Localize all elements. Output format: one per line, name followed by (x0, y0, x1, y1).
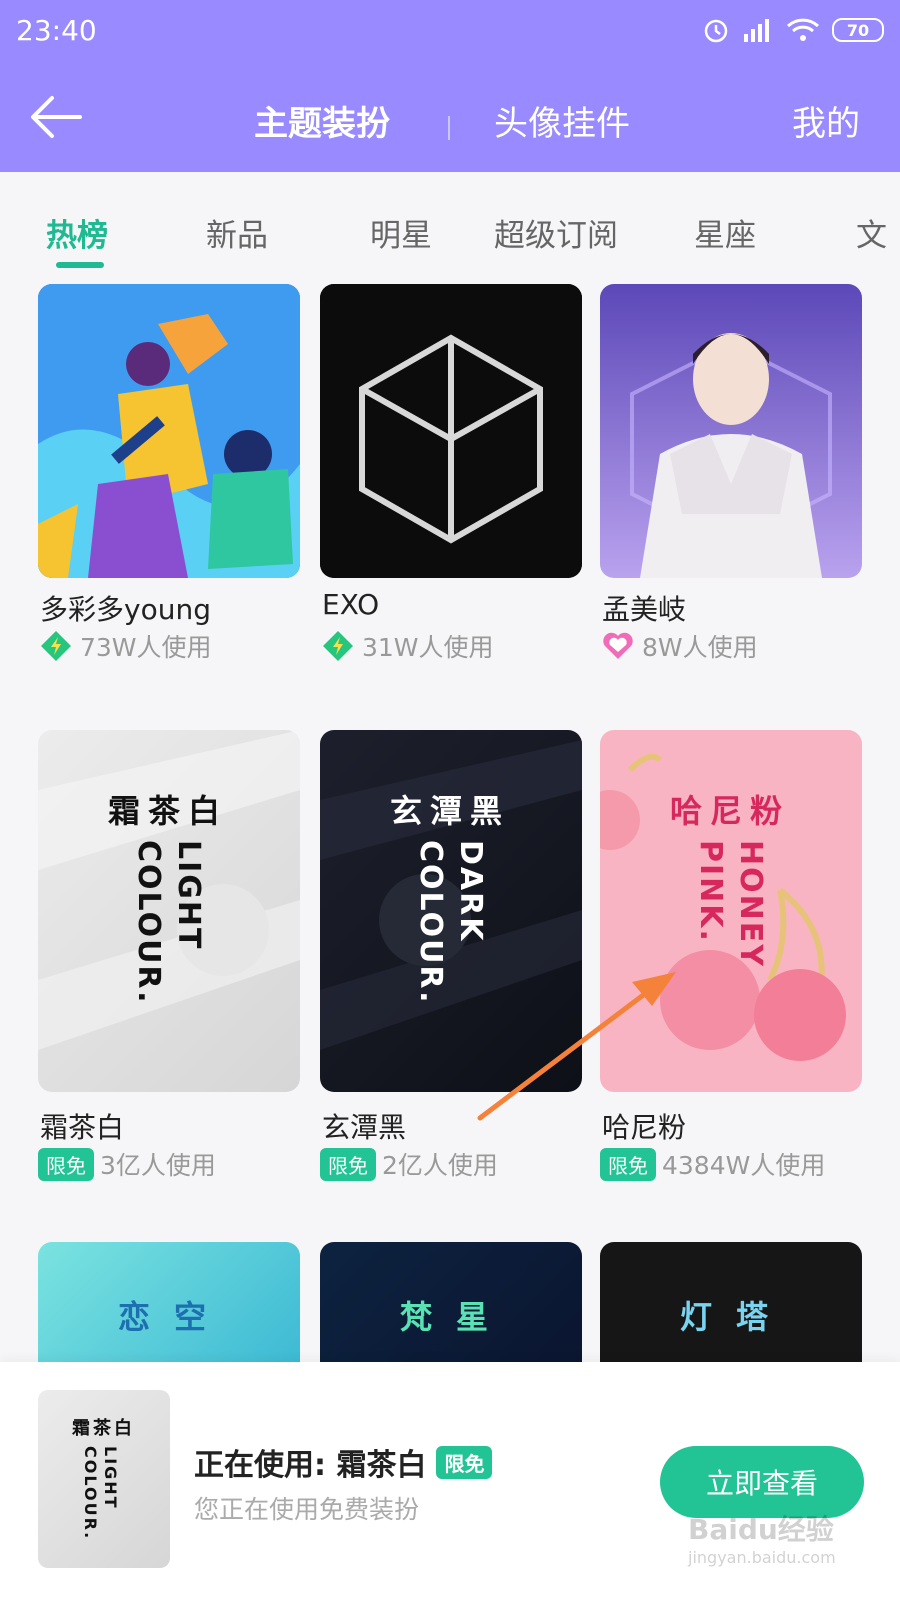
category-tabs: 热榜 新品 明星 超级订阅 星座 文 (0, 172, 900, 284)
theme-thumbnail: 恋空 (38, 1242, 300, 1372)
theme-thumbnail: 梵星 (320, 1242, 582, 1372)
battery-icon: 70 (832, 18, 884, 42)
tab-more[interactable]: 文 (856, 210, 887, 255)
free-badge: 限免 (320, 1147, 376, 1181)
alarm-icon (704, 19, 728, 43)
signal-icon (744, 19, 769, 42)
thumb-cn-label: 梵星 (400, 1298, 513, 1336)
theme-usage: 31W人使用 (320, 628, 494, 664)
theme-usage: 限免 4384W人使用 (600, 1146, 825, 1182)
theme-thumbnail (38, 284, 300, 578)
tab-avatar-pendant[interactable]: 头像挂件 (494, 96, 630, 145)
theme-usage: 限免 2亿人使用 (320, 1146, 498, 1182)
thumb-en-label: HONEY PINK. (693, 840, 768, 968)
theme-title: 霜茶白 (40, 1111, 125, 1144)
active-tab-indicator (56, 262, 104, 268)
tab-super-subscribe[interactable]: 超级订阅 (494, 210, 618, 255)
free-badge: 限免 (600, 1147, 656, 1181)
nav-divider (448, 116, 450, 140)
theme-thumbnail: 哈尼粉 HONEY PINK. (600, 730, 862, 1092)
back-arrow-icon[interactable] (28, 94, 84, 140)
thumb-en-label: LIGHT COLOUR. (131, 840, 206, 1005)
current-theme-thumbnail[interactable]: 霜茶白 LIGHT COLOUR. (38, 1390, 170, 1568)
status-time: 23:40 (16, 14, 97, 47)
thumb-cn-label: 恋空 (118, 1298, 231, 1336)
theme-usage: 73W人使用 (38, 628, 212, 664)
usage-count: 4384W人使用 (662, 1151, 826, 1180)
theme-thumbnail: 玄潭黑 DARK COLOUR. (320, 730, 582, 1092)
usage-count: 2亿人使用 (382, 1151, 498, 1180)
thumb-cn-label: 灯塔 (680, 1298, 793, 1336)
usage-count: 8W人使用 (642, 633, 758, 662)
using-subtitle: 您正在使用免费装扮 (194, 1495, 420, 1524)
current-theme-bar: 霜茶白 LIGHT COLOUR. 正在使用: 霜茶白 限免 您正在使用免费装扮… (0, 1362, 900, 1600)
theme-thumbnail: 灯塔 (600, 1242, 862, 1372)
theme-thumbnail (320, 284, 582, 578)
tab-new[interactable]: 新品 (206, 210, 268, 255)
using-text: 正在使用: 霜茶白 (194, 1448, 427, 1483)
wifi-icon (786, 18, 820, 41)
status-icons: 70 (702, 16, 884, 44)
green-diamond-icon (41, 631, 71, 661)
tab-zodiac[interactable]: 星座 (694, 210, 756, 255)
green-diamond-icon (323, 631, 353, 661)
theme-thumbnail (600, 284, 862, 578)
thumb-cn-label: 玄潭黑 (390, 792, 511, 830)
using-title: 正在使用: 霜茶白 限免 (194, 1440, 493, 1484)
theme-title: EXO (322, 588, 380, 621)
watermark-url: jingyan.baidu.com (688, 1548, 836, 1567)
thumb-en-label: LIGHT COLOUR. (81, 1446, 120, 1541)
pink-heart-icon (603, 632, 633, 659)
theme-title: 孟美岐 (602, 593, 687, 626)
usage-count: 31W人使用 (362, 633, 494, 662)
baidu-watermark: Baidu经验 jingyan.baidu.com (688, 1508, 836, 1567)
mine-button[interactable]: 我的 (792, 96, 860, 145)
thumb-cn-label: 哈尼粉 (670, 792, 791, 830)
thumb-cn-label: 霜茶白 (72, 1418, 135, 1439)
theme-thumbnail: 霜茶白 LIGHT COLOUR. (38, 730, 300, 1092)
free-badge: 限免 (436, 1445, 493, 1479)
theme-usage: 8W人使用 (600, 628, 758, 664)
thumb-cn-label: 霜茶白 (108, 792, 229, 830)
tab-theme[interactable]: 主题装扮 (254, 96, 390, 145)
tab-hot[interactable]: 热榜 (46, 210, 108, 255)
watermark-brand: Baidu经验 (688, 1513, 834, 1546)
usage-count: 73W人使用 (80, 633, 212, 662)
theme-title: 玄潭黑 (322, 1111, 407, 1144)
usage-count: 3亿人使用 (100, 1151, 216, 1180)
theme-title: 哈尼粉 (602, 1111, 687, 1144)
theme-usage: 限免 3亿人使用 (38, 1146, 216, 1182)
tab-star[interactable]: 明星 (370, 210, 432, 255)
thumb-en-label: DARK COLOUR. (413, 840, 488, 1005)
header-bar: 23:40 70 主题装扮 头像挂件 我的 (0, 0, 900, 172)
theme-title: 多彩多young (40, 593, 211, 626)
free-badge: 限免 (38, 1147, 94, 1181)
